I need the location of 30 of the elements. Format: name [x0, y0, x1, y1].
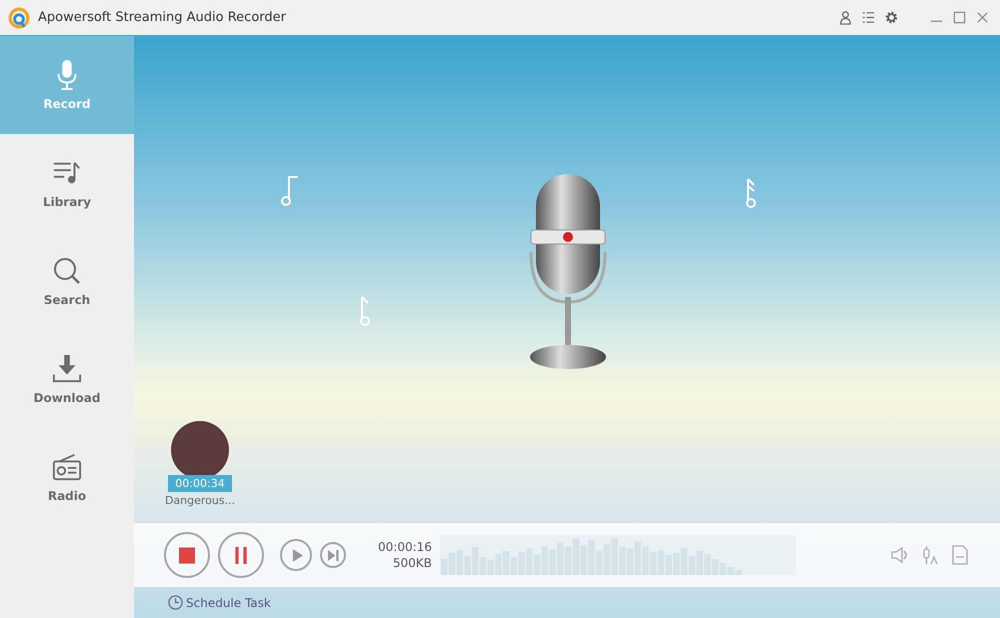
close-icon[interactable]: [975, 10, 990, 25]
maximize-icon[interactable]: [952, 10, 967, 25]
elapsed-time: 00:00:16: [378, 539, 432, 555]
audio-file-icon[interactable]: [950, 545, 970, 565]
speaker-icon[interactable]: [890, 545, 910, 565]
stop-button[interactable]: [164, 532, 210, 578]
sidebar-item[interactable]: Library: [0, 134, 134, 232]
play-icon: [292, 548, 303, 562]
next-button[interactable]: [320, 542, 346, 568]
music-note-icon: [280, 174, 300, 208]
pause-button[interactable]: [218, 532, 264, 578]
pause-icon: [233, 546, 249, 564]
stop-icon: [179, 546, 195, 564]
sidebar-item[interactable]: Download: [0, 330, 134, 428]
settings-icon[interactable]: [884, 10, 899, 25]
radio-icon: [52, 451, 82, 483]
track-duration: 00:00:34: [168, 475, 232, 492]
play-button[interactable]: [280, 539, 312, 571]
sidebar-item[interactable]: Radio: [0, 428, 134, 526]
clock-icon: [168, 595, 183, 610]
user-icon[interactable]: [838, 10, 853, 25]
schedule-task-link[interactable]: Schedule Task: [168, 595, 271, 610]
download-icon: [52, 353, 82, 385]
sidebar-item[interactable]: Search: [0, 232, 134, 330]
list-icon[interactable]: [861, 10, 876, 25]
file-size: 500KB: [392, 555, 432, 571]
track-title: Dangerous...: [164, 494, 236, 507]
app-logo-icon: [8, 6, 30, 28]
window-title: Apowersoft Streaming Audio Recorder: [38, 10, 286, 25]
skip-next-icon: [328, 550, 338, 560]
